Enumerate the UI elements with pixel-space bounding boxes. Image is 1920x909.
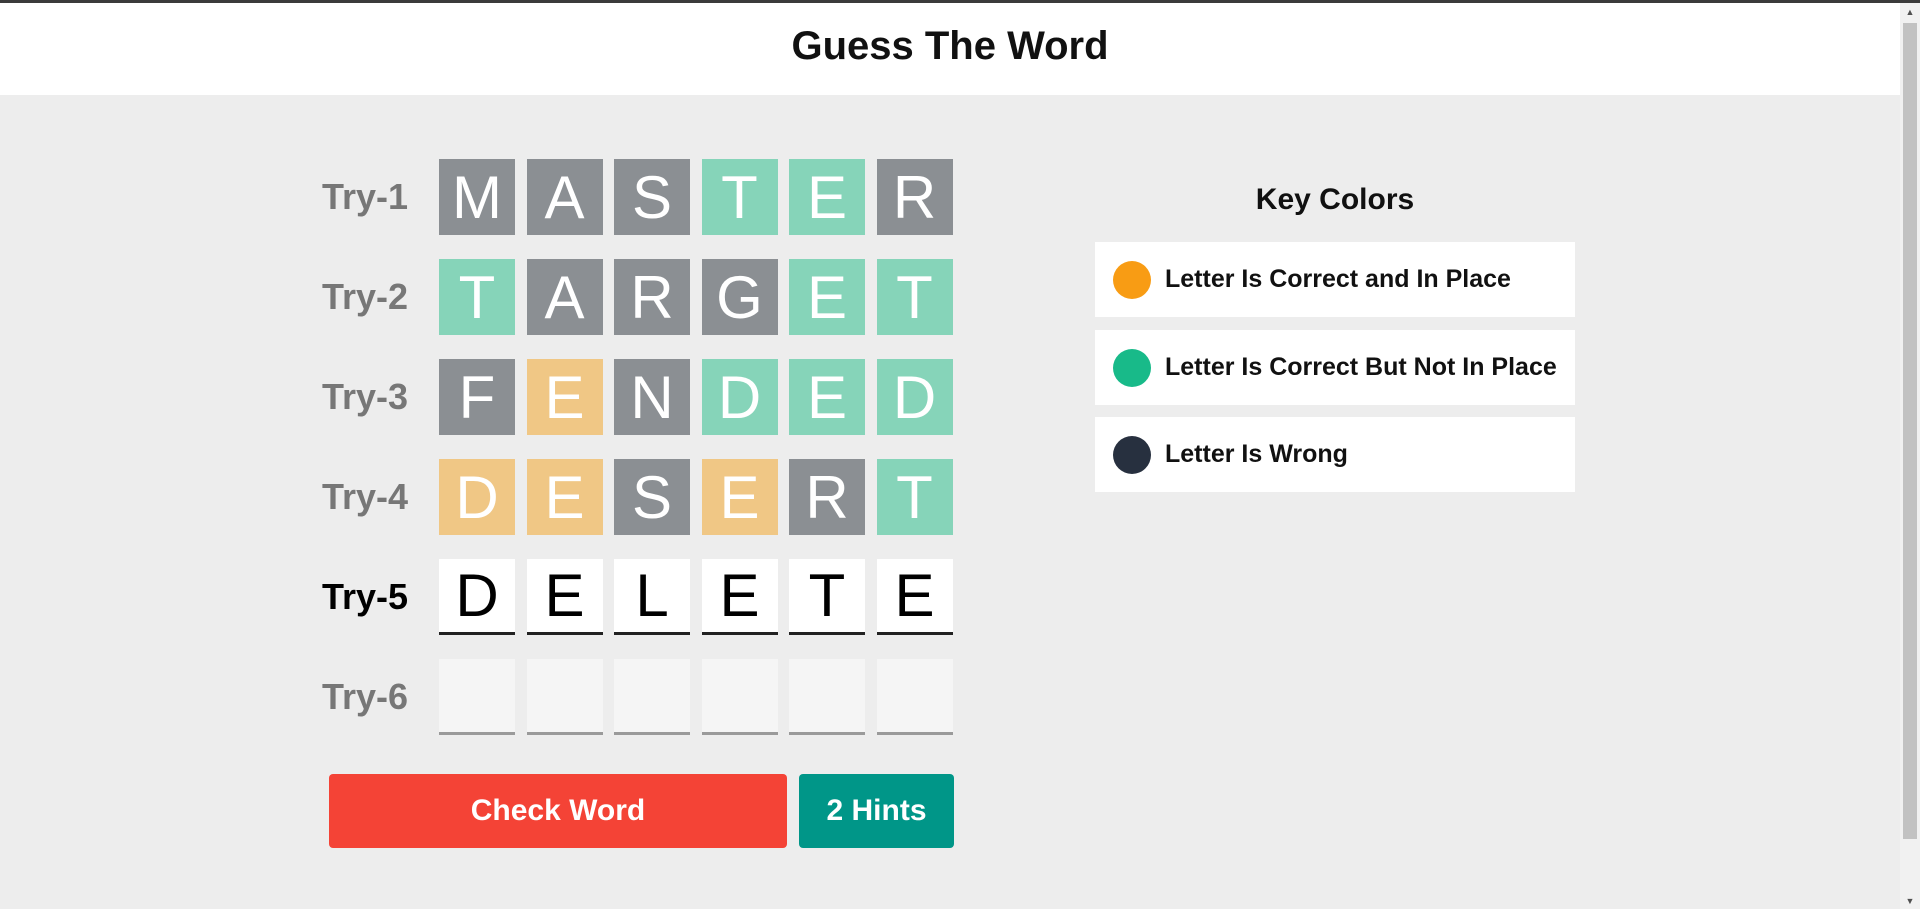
letter-tile[interactable]	[526, 559, 603, 635]
letter-tile	[701, 659, 778, 735]
scrollbar-thumb[interactable]	[1903, 23, 1917, 839]
letter-tile: D	[439, 459, 515, 535]
key-label: Letter Is Wrong	[1165, 440, 1348, 468]
row-label: Try-2	[322, 276, 409, 317]
letter-tile: E	[789, 159, 865, 235]
row-label: Try-5	[322, 576, 409, 617]
row-label: Try-6	[322, 676, 409, 717]
letter-tile: T	[876, 259, 953, 335]
row-label: Try-1	[322, 176, 409, 217]
hints-button[interactable]: 2 Hints	[799, 774, 954, 848]
letter-tile	[614, 659, 690, 735]
key-label: Letter Is Correct and In Place	[1165, 265, 1511, 293]
row-label: Try-3	[322, 376, 409, 417]
letter-tile[interactable]	[876, 559, 953, 635]
letter-tile: E	[789, 259, 865, 335]
header: Guess The Word	[0, 3, 1900, 95]
letter-tile: R	[789, 459, 865, 535]
letter-tile: T	[701, 159, 778, 235]
board-row: Try-1 M A S T E R	[322, 159, 962, 235]
check-word-button[interactable]: Check Word	[329, 774, 787, 848]
board-row: Try-3 F E N D E D	[322, 359, 962, 435]
key-label: Letter Is Correct But Not In Place	[1165, 353, 1557, 381]
letter-tile: E	[526, 359, 603, 435]
letter-tile: N	[614, 359, 690, 435]
page: Guess The Word Try-1 M A S T E R Try-2 T A R G E T Try…	[0, 3, 1900, 909]
vertical-scrollbar[interactable]: ▲ ▼	[1900, 3, 1920, 909]
letter-tile: T	[439, 259, 515, 335]
key-colors-title: Key Colors	[1255, 183, 1415, 216]
letter-tile: E	[701, 459, 778, 535]
letter-tile: E	[526, 459, 603, 535]
letter-tile[interactable]	[614, 559, 690, 635]
letter-tile: D	[876, 359, 953, 435]
letter-tile	[526, 659, 603, 735]
green-dot-icon	[1113, 348, 1151, 387]
letter-tile: S	[614, 459, 690, 535]
key-item-correct-not-in-place: Letter Is Correct But Not In Place	[1095, 330, 1575, 405]
scroll-down-arrow-icon[interactable]: ▼	[1900, 892, 1920, 909]
scroll-up-arrow-icon[interactable]: ▲	[1900, 3, 1920, 20]
letter-tile: M	[439, 159, 515, 235]
board-row: Try-6	[322, 659, 962, 735]
board-row: Try-2 T A R G E T	[322, 259, 962, 335]
letter-tile[interactable]	[701, 559, 778, 635]
page-title: Guess The Word	[791, 23, 1109, 68]
key-item-correct-in-place: Letter Is Correct and In Place	[1095, 242, 1575, 317]
orange-dot-icon	[1113, 260, 1151, 299]
letter-tile[interactable]	[439, 559, 515, 635]
letter-tile	[439, 659, 515, 735]
letter-tile	[789, 659, 865, 735]
letter-tile: S	[614, 159, 690, 235]
letter-tile[interactable]	[789, 559, 865, 635]
key-item-wrong: Letter Is Wrong	[1095, 417, 1575, 492]
letter-tile: R	[876, 159, 953, 235]
letter-tile: T	[876, 459, 953, 535]
letter-tile: A	[526, 159, 603, 235]
dark-dot-icon	[1113, 435, 1151, 474]
letter-tile	[876, 659, 953, 735]
letter-tile: F	[439, 359, 515, 435]
letter-tile: E	[789, 359, 865, 435]
letter-tile: A	[526, 259, 603, 335]
letter-tile: R	[614, 259, 690, 335]
board-row: Try-5	[322, 559, 962, 635]
row-label: Try-4	[322, 476, 409, 517]
letter-tile: D	[701, 359, 778, 435]
letter-tile: G	[701, 259, 778, 335]
board-row: Try-4 D E S E R T	[322, 459, 962, 535]
